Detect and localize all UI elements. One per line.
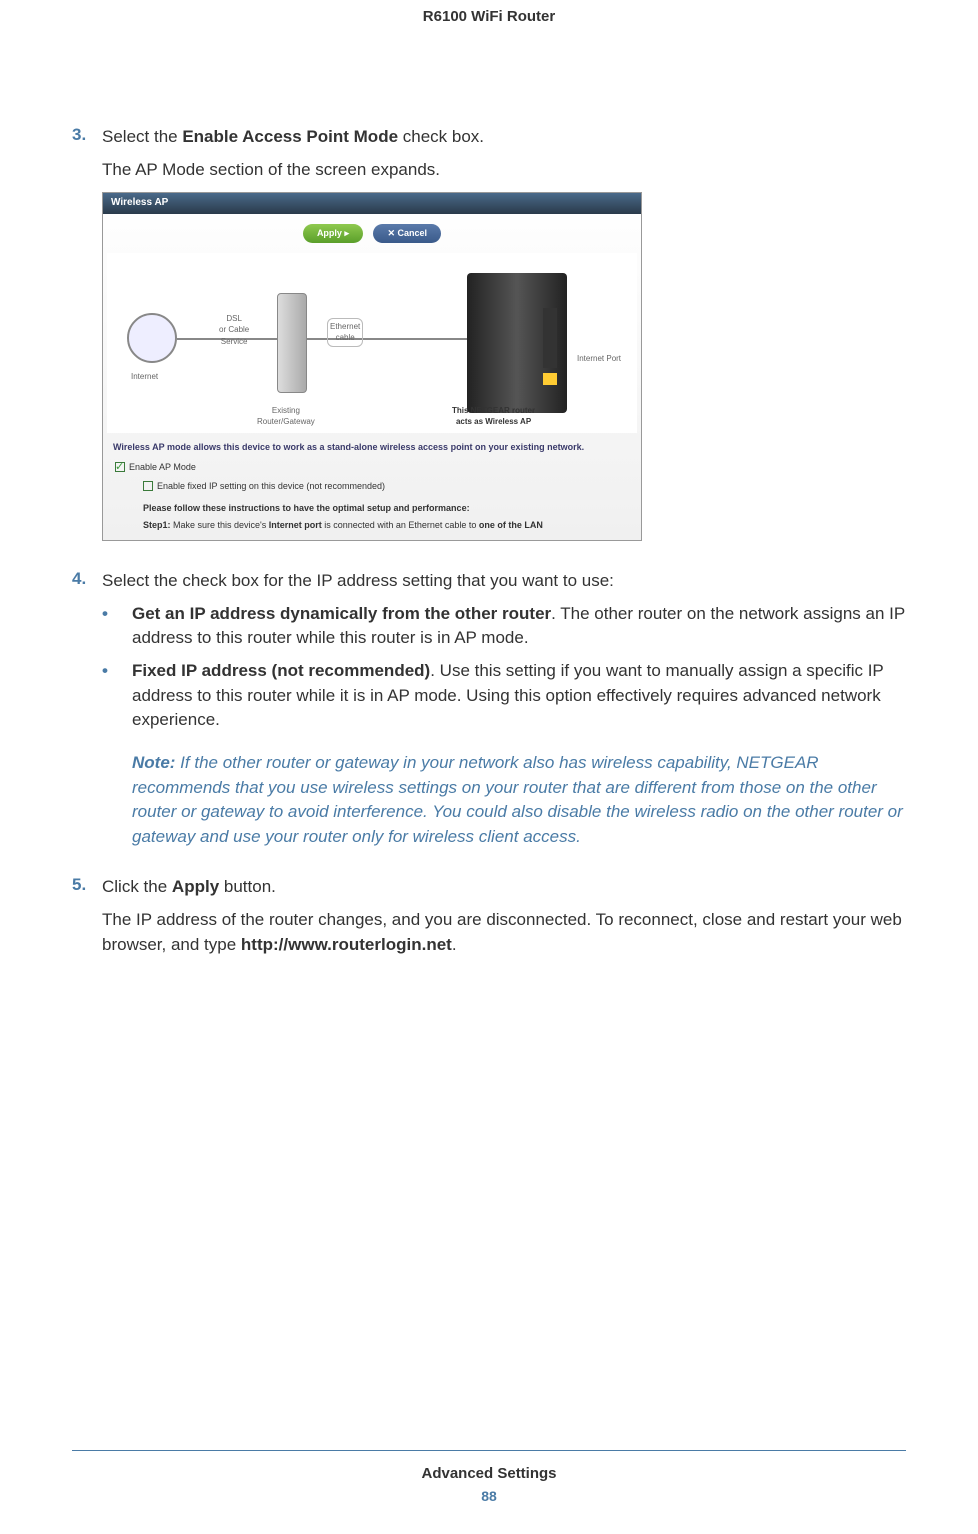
- step-3-body: Select the Enable Access Point Mode chec…: [102, 125, 906, 561]
- step-4-number: 4.: [72, 569, 102, 867]
- wireless-ap-screenshot: Wireless AP Apply ▸ ✕ Cancel Internet DS…: [102, 192, 642, 541]
- step-5-line2: The IP address of the router changes, an…: [102, 908, 906, 957]
- netgear-router-caption: This NETGEAR router acts as Wireless AP: [452, 405, 535, 428]
- bullet-dynamic-ip-text: Get an IP address dynamically from the o…: [132, 602, 906, 651]
- router-icon: [467, 273, 567, 413]
- existing-router-caption: Existing Router/Gateway: [257, 405, 315, 428]
- step-4-line1: Select the check box for the IP address …: [102, 569, 906, 594]
- step-3-line1-bold: Enable Access Point Mode: [182, 127, 398, 146]
- dsl-label: DSL or Cable Service: [219, 313, 249, 348]
- internet-label: Internet: [131, 371, 158, 383]
- step-5-line2-c: .: [452, 935, 457, 954]
- step-5-line1-c: button.: [219, 877, 276, 896]
- note-text: If the other router or gateway in your n…: [132, 753, 903, 846]
- internet-port-label: Internet Port: [577, 353, 621, 365]
- step-3-line2: The AP Mode section of the screen expand…: [102, 158, 906, 183]
- footer-divider: [72, 1450, 906, 1451]
- bullet-fixed-ip-text: Fixed IP address (not recommended). Use …: [132, 659, 906, 733]
- step-5-line1-bold: Apply: [172, 877, 219, 896]
- ss-step1-c: is connected with an Ethernet cable to: [322, 520, 479, 530]
- step-5-body: Click the Apply button. The IP address o…: [102, 875, 906, 965]
- step-3-line1: Select the Enable Access Point Mode chec…: [102, 125, 906, 150]
- step-5-number: 5.: [72, 875, 102, 965]
- ss-step1: Step1: Make sure this device's Internet …: [103, 517, 641, 540]
- step-3: 3. Select the Enable Access Point Mode c…: [72, 125, 906, 561]
- ss-instructions: Please follow these instructions to have…: [103, 496, 641, 517]
- bullet2-bold: Fixed IP address (not recommended): [132, 661, 430, 680]
- ss-diagram: Internet DSL or Cable Service Ethernet c…: [107, 253, 637, 433]
- page-footer: Advanced Settings 88: [0, 1450, 978, 1504]
- step-3-line1-c: check box.: [398, 127, 484, 146]
- bullet-fixed-ip: • Fixed IP address (not recommended). Us…: [102, 659, 906, 733]
- step-5-line1-a: Click the: [102, 877, 172, 896]
- ss-enable-ap-row: Enable AP Mode: [103, 458, 641, 477]
- bullet-dynamic-ip: • Get an IP address dynamically from the…: [102, 602, 906, 651]
- ss-step1-a: Make sure this device's: [173, 520, 269, 530]
- ss-step1-d: one of the LAN: [479, 520, 543, 530]
- bullet-dot-icon: •: [102, 659, 132, 733]
- ss-fixed-ip-row: Enable fixed IP setting on this device (…: [103, 477, 641, 496]
- note-label: Note:: [132, 753, 180, 772]
- step-3-line1-a: Select the: [102, 127, 182, 146]
- checkbox-enable-ap: [115, 462, 125, 472]
- globe-icon: [127, 313, 177, 363]
- ss-step1-label: Step1:: [143, 520, 173, 530]
- step-4-body: Select the check box for the IP address …: [102, 569, 906, 867]
- checkbox-fixed-ip-label: Enable fixed IP setting on this device (…: [157, 480, 385, 493]
- ss-apply-button: Apply ▸: [303, 224, 363, 243]
- step-5-line1: Click the Apply button.: [102, 875, 906, 900]
- step-3-number: 3.: [72, 125, 102, 561]
- bullet1-bold: Get an IP address dynamically from the o…: [132, 604, 551, 623]
- router-ports: [543, 308, 557, 368]
- router-internet-port: [543, 373, 557, 385]
- modem-icon: [277, 293, 307, 393]
- footer-section-title: Advanced Settings: [0, 1465, 978, 1482]
- ss-cancel-button: ✕ Cancel: [373, 224, 441, 243]
- checkbox-enable-ap-label: Enable AP Mode: [129, 461, 196, 474]
- step-4: 4. Select the check box for the IP addre…: [72, 569, 906, 867]
- bullet-dot-icon: •: [102, 602, 132, 651]
- checkbox-fixed-ip: [143, 481, 153, 491]
- main-content: 3. Select the Enable Access Point Mode c…: [0, 25, 978, 965]
- page-header-title: R6100 WiFi Router: [0, 0, 978, 25]
- step-4-bullets: • Get an IP address dynamically from the…: [102, 602, 906, 733]
- step-5-line2-bold: http://www.routerlogin.net: [241, 935, 452, 954]
- ss-step1-b: Internet port: [269, 520, 322, 530]
- ethernet-label: Ethernet cable: [327, 318, 363, 347]
- footer-page-number: 88: [0, 1488, 978, 1504]
- step-5-line2-a: The IP address of the router changes, an…: [102, 910, 902, 954]
- ss-description: Wireless AP mode allows this device to w…: [103, 437, 641, 458]
- ss-titlebar: Wireless AP: [103, 193, 641, 214]
- step-5: 5. Click the Apply button. The IP addres…: [72, 875, 906, 965]
- ss-button-row: Apply ▸ ✕ Cancel: [103, 214, 641, 249]
- note-block: Note: If the other router or gateway in …: [132, 751, 906, 850]
